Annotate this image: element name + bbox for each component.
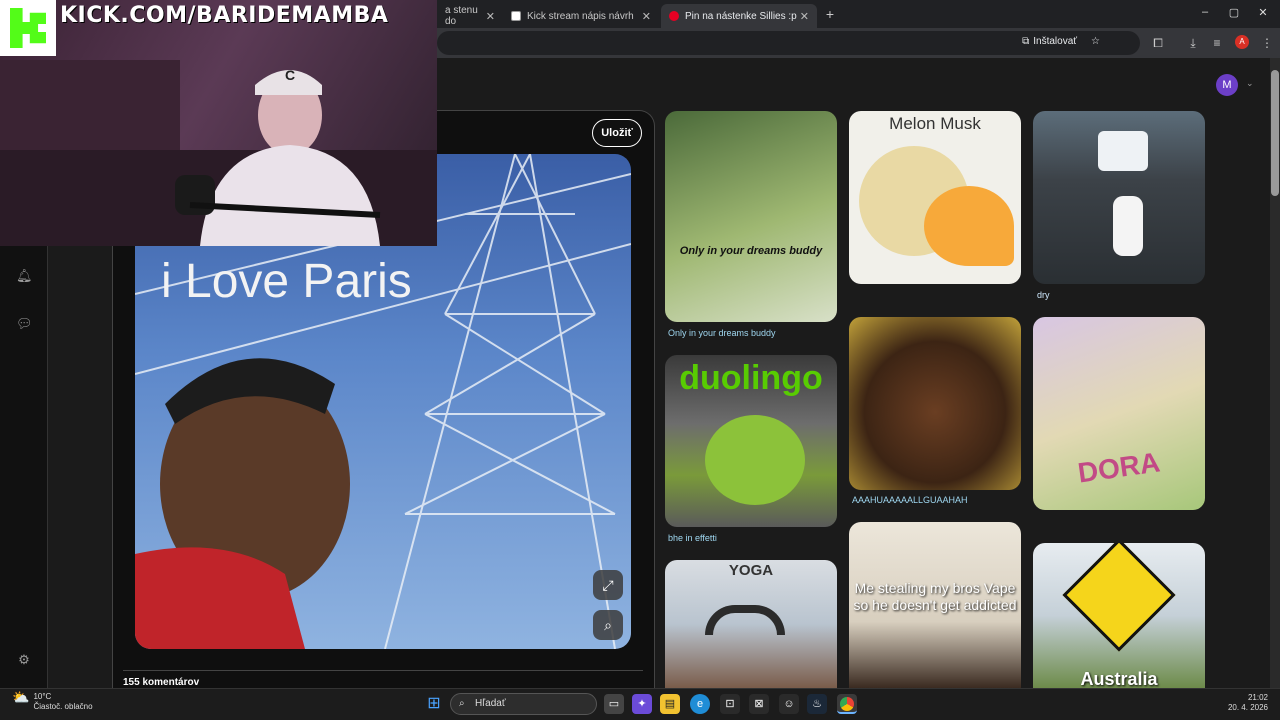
pin-overlay-text: DORA (1075, 446, 1162, 489)
visual-search-icon[interactable]: ⌕ (593, 610, 623, 640)
weather-cloud-icon: ⛅ (12, 689, 30, 705)
weather-temp: 10°C (33, 692, 52, 701)
pin-caption: i Love Paris (161, 255, 412, 308)
melon-slice (924, 186, 1014, 266)
clock-time: 21:02 (1247, 693, 1268, 702)
grid-pin[interactable]: duolingo (665, 355, 837, 527)
user-avatar[interactable]: M (1216, 74, 1238, 96)
install-icon: ⧉ (1022, 36, 1030, 47)
police-car (1098, 131, 1148, 171)
tab-wall[interactable]: a stenu do ✕ (437, 4, 503, 28)
close-window-button[interactable]: ✕ (1248, 6, 1278, 19)
comments-count[interactable]: 155 komentárov (123, 677, 199, 688)
xbox-icon[interactable]: ⊠ (749, 694, 769, 714)
scrollbar-thumb[interactable] (1271, 70, 1279, 196)
tab-label: Kick stream nápis návrh (527, 10, 634, 22)
notifications-bell-icon[interactable]: 🔔︎ (16, 268, 33, 284)
pin-overlay-text: YOGA (728, 562, 774, 579)
webcam-scene: C (0, 60, 437, 246)
close-tab-icon[interactable]: ✕ (486, 10, 495, 23)
grid-pin[interactable] (849, 317, 1021, 490)
steam-icon[interactable]: ♨ (807, 694, 827, 714)
more-menu-icon[interactable]: ⋮ (1259, 35, 1275, 51)
clock-date: 20. 4. 2026 (1227, 703, 1268, 712)
pin-overlay-text: Me stealing my bros Vape so he doesn't g… (853, 580, 1017, 613)
pin-title[interactable]: dry (1037, 290, 1050, 300)
browser-profile-avatar[interactable]: A (1235, 35, 1249, 49)
expand-icon[interactable]: ⤢ (593, 570, 623, 600)
settings-gear-icon[interactable]: ⚙ (16, 652, 32, 668)
tab-pinterest[interactable]: Pin na nástenke Sillies :p ✕ (661, 4, 817, 28)
pinterest-icon (669, 11, 679, 21)
search-icon: ⌕ (459, 698, 465, 709)
pin-overlay-text: Only in your dreams buddy (679, 245, 823, 257)
search-placeholder: Hľadať (475, 698, 506, 709)
maximize-button[interactable]: ▢ (1219, 6, 1249, 19)
weather-widget[interactable]: ⛅ 10°C Čiastoč. oblačno (12, 689, 93, 712)
tab-label: Pin na nástenke Sillies :p (685, 10, 797, 22)
extensions-icon[interactable]: ⧠ (1150, 35, 1166, 51)
taskbar-search-input[interactable]: ⌕ Hľadať (450, 693, 597, 715)
reading-list-icon[interactable]: ≡ (1209, 35, 1225, 51)
pin-title[interactable]: bhe in effetti (668, 533, 717, 543)
green-bird-shape (705, 415, 805, 505)
grid-pin[interactable]: Me stealing my bros Vape so he doesn't g… (849, 522, 1021, 688)
grid-pin[interactable]: Melon Musk (849, 111, 1021, 284)
page-icon (511, 11, 521, 21)
grid-pin[interactable]: DORA (1033, 317, 1205, 510)
tab-kick-stream[interactable]: Kick stream nápis návrh ✕ (503, 4, 659, 28)
new-tab-button[interactable]: + (820, 4, 840, 24)
close-tab-icon[interactable]: ✕ (800, 10, 809, 23)
yoga-figure (705, 605, 785, 635)
address-bar[interactable]: ⧉ Inštalovať ☆ (437, 31, 1140, 55)
pin-overlay-text: Australia (1080, 669, 1158, 688)
warning-sign (1062, 543, 1176, 652)
download-icon[interactable]: ⤓ (1185, 35, 1201, 51)
close-tab-icon[interactable]: ✕ (642, 10, 651, 23)
pin-title[interactable]: AAAHUAAAAALLGUAAHAH (852, 495, 968, 505)
discord-icon[interactable]: ☺ (779, 694, 799, 714)
tab-label: a stenu do (445, 5, 478, 27)
copilot-icon[interactable]: ✦ (632, 694, 652, 714)
pin-overlay-text: duolingo (679, 359, 823, 397)
bookmark-star-icon[interactable]: ☆ (1091, 36, 1100, 47)
edge-browser-icon[interactable]: e (690, 694, 710, 714)
grid-pin[interactable] (1033, 111, 1205, 284)
task-view-icon[interactable]: ▭ (604, 694, 624, 714)
kick-logo (0, 0, 56, 56)
save-button[interactable]: Uložiť (592, 119, 642, 147)
svg-text:C: C (285, 67, 295, 83)
pin-overlay-text: Melon Musk (889, 114, 981, 133)
install-app-button[interactable]: ⧉ Inštalovať ☆ (1022, 36, 1100, 47)
stream-url-text: KICK.COM/BARIDEMAMBA (60, 3, 389, 28)
chevron-down-icon[interactable]: ⌄ (1246, 78, 1254, 89)
divider (123, 670, 643, 671)
weather-desc: Čiastoč. oblačno (33, 702, 93, 711)
pin-title[interactable]: Only in your dreams buddy (668, 328, 776, 338)
messages-icon[interactable]: 💬︎ (16, 316, 33, 332)
grid-pin[interactable]: YOGA (665, 560, 837, 688)
store-icon[interactable]: ⊡ (720, 694, 740, 714)
start-windows-icon[interactable]: ⊞ (424, 694, 444, 714)
webcam-overlay: C (0, 0, 437, 246)
minimize-button[interactable]: – (1190, 6, 1220, 18)
install-label: Inštalovať (1033, 36, 1078, 47)
system-clock[interactable]: 21:02 20. 4. 2026 (1224, 693, 1268, 713)
grid-pin[interactable]: Only in your dreams buddy (665, 111, 837, 322)
rider-figure (1113, 196, 1143, 256)
file-explorer-icon[interactable]: ▤ (660, 694, 680, 714)
chrome-icon[interactable] (837, 694, 857, 714)
grid-pin[interactable]: Australia (1033, 543, 1205, 688)
